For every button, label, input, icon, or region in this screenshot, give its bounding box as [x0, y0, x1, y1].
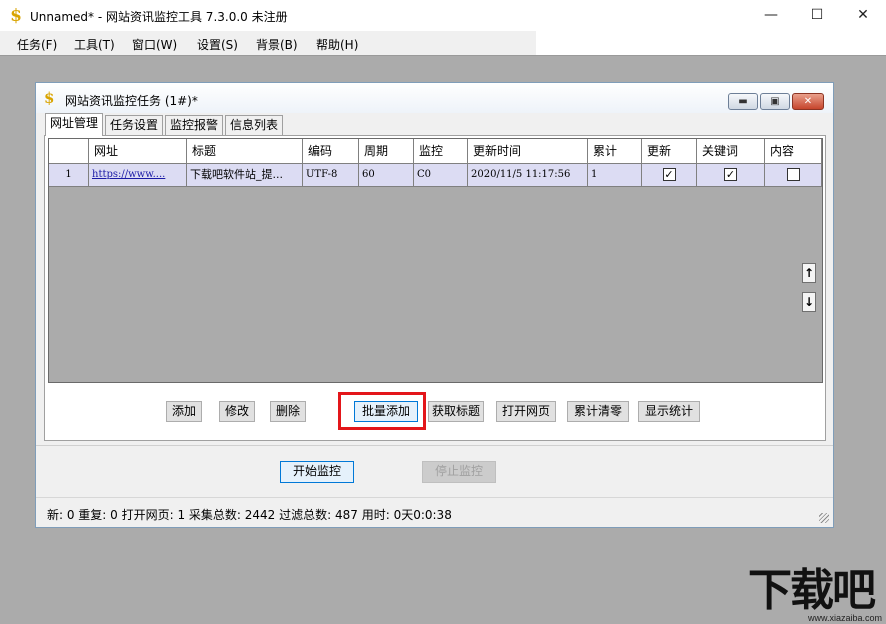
- watermark-url: www.xiazaiba.com: [807, 613, 882, 623]
- url-link[interactable]: https://www....: [92, 169, 165, 180]
- cell-encoding[interactable]: UTF-8: [303, 164, 359, 187]
- header-period[interactable]: 周期: [359, 139, 414, 164]
- get-title-button[interactable]: 获取标题: [428, 401, 484, 422]
- table-header: 网址 标题 编码 周期 监控 更新时间 累计 更新 关键词 内容: [49, 139, 822, 164]
- title-bar: $ Unnamed* - 网站资讯监控工具 7.3.0.0 未注册 — ☐ ✕: [0, 0, 886, 31]
- close-icon: ✕: [803, 96, 813, 107]
- window-title: Unnamed* - 网站资讯监控工具 7.3.0.0 未注册: [30, 10, 288, 24]
- cell-update: ✓: [642, 164, 697, 187]
- highlight-frame: [338, 392, 426, 430]
- child-close-button[interactable]: ✕: [792, 93, 824, 110]
- divider: [36, 445, 833, 446]
- header-content[interactable]: 内容: [765, 139, 822, 164]
- header-keyword[interactable]: 关键词: [697, 139, 765, 164]
- header-title[interactable]: 标题: [187, 139, 303, 164]
- edit-button[interactable]: 修改: [219, 401, 255, 422]
- child-restore-button[interactable]: ▣: [760, 93, 790, 110]
- show-stats-button[interactable]: 显示统计: [638, 401, 700, 422]
- cell-title[interactable]: 下载吧软件站_提...: [187, 164, 303, 187]
- menu-tools[interactable]: 工具(T): [74, 36, 115, 53]
- start-monitor-button[interactable]: 开始监控: [280, 461, 354, 483]
- watermark-text: 下载吧: [748, 565, 876, 616]
- tab-info-list[interactable]: 信息列表: [225, 115, 283, 135]
- move-up-arrow-icon[interactable]: ↑: [802, 263, 816, 283]
- update-checkbox[interactable]: ✓: [662, 168, 676, 181]
- move-down-arrow-icon[interactable]: ↓: [802, 292, 816, 312]
- cell-monitor[interactable]: C0: [414, 164, 468, 187]
- tab-task-settings[interactable]: 任务设置: [105, 115, 163, 135]
- watermark-logo: 下载吧 www.xiazaiba.com: [748, 565, 886, 624]
- minimize-icon: ▬: [738, 96, 748, 107]
- menu-background[interactable]: 背景(B): [256, 36, 298, 53]
- content-checkbox[interactable]: [786, 168, 800, 181]
- url-table[interactable]: 网址 标题 编码 周期 监控 更新时间 累计 更新 关键词 内容 1 https…: [48, 138, 823, 383]
- open-page-button[interactable]: 打开网页: [496, 401, 556, 422]
- keyword-checkbox[interactable]: ✓: [724, 168, 737, 181]
- menu-bar: 任务(F) 工具(T) 窗口(W) 设置(S) 背景(B) 帮助(H): [0, 31, 536, 55]
- task-window-title: 网站资讯监控任务 (1#)*: [65, 94, 198, 108]
- task-window: $ 网站资讯监控任务 (1#)* ▬ ▣ ✕ 网址管理 任务设置 监控报警 信息…: [35, 82, 834, 528]
- menu-settings[interactable]: 设置(S): [197, 36, 238, 53]
- cell-update-time[interactable]: 2020/11/5 11:17:56: [468, 164, 588, 187]
- child-minimize-button[interactable]: ▬: [728, 93, 758, 110]
- restore-icon: ▣: [770, 96, 780, 107]
- clear-total-button[interactable]: 累计清零: [567, 401, 629, 422]
- menubar-blank: [536, 31, 886, 55]
- cell-content: [765, 164, 822, 187]
- cell-period[interactable]: 60: [359, 164, 414, 187]
- cell-keyword: ✓: [697, 164, 765, 187]
- status-text: 新: 0 重复: 0 打开网页: 1 采集总数: 2442 过滤总数: 487 …: [47, 508, 452, 522]
- header-update-time[interactable]: 更新时间: [468, 139, 588, 164]
- tab-alarm[interactable]: 监控报警: [165, 115, 223, 135]
- header-update[interactable]: 更新: [642, 139, 697, 164]
- tab-url-management[interactable]: 网址管理: [45, 113, 103, 136]
- status-bar: 新: 0 重复: 0 打开网页: 1 采集总数: 2442 过滤总数: 487 …: [36, 497, 833, 527]
- app-dollar-icon: $: [10, 6, 22, 26]
- menu-divider: [0, 55, 886, 56]
- table-row[interactable]: 1 https://www.... 下载吧软件站_提... UTF-8 60 C…: [49, 164, 822, 187]
- menu-help[interactable]: 帮助(H): [316, 36, 358, 53]
- header-rownum: [49, 139, 89, 164]
- close-button[interactable]: ✕: [840, 0, 886, 31]
- cell-url[interactable]: https://www....: [89, 164, 187, 187]
- cell-total[interactable]: 1: [588, 164, 642, 187]
- menu-task[interactable]: 任务(F): [17, 36, 57, 53]
- stop-monitor-button: 停止监控: [422, 461, 496, 483]
- task-dollar-icon: $: [44, 89, 55, 107]
- add-button[interactable]: 添加: [166, 401, 202, 422]
- task-window-titlebar: $ 网站资讯监控任务 (1#)* ▬ ▣ ✕: [36, 83, 833, 113]
- header-encoding[interactable]: 编码: [303, 139, 359, 164]
- row-number: 1: [49, 164, 89, 187]
- header-total[interactable]: 累计: [588, 139, 642, 164]
- url-management-panel: 网址 标题 编码 周期 监控 更新时间 累计 更新 关键词 内容 1 https…: [44, 135, 826, 441]
- maximize-button[interactable]: ☐: [794, 0, 840, 31]
- minimize-button[interactable]: —: [748, 0, 794, 31]
- header-url[interactable]: 网址: [89, 139, 187, 164]
- resize-grip-icon[interactable]: [819, 513, 829, 523]
- menu-window[interactable]: 窗口(W): [132, 36, 177, 53]
- header-monitor[interactable]: 监控: [414, 139, 468, 164]
- delete-button[interactable]: 删除: [270, 401, 306, 422]
